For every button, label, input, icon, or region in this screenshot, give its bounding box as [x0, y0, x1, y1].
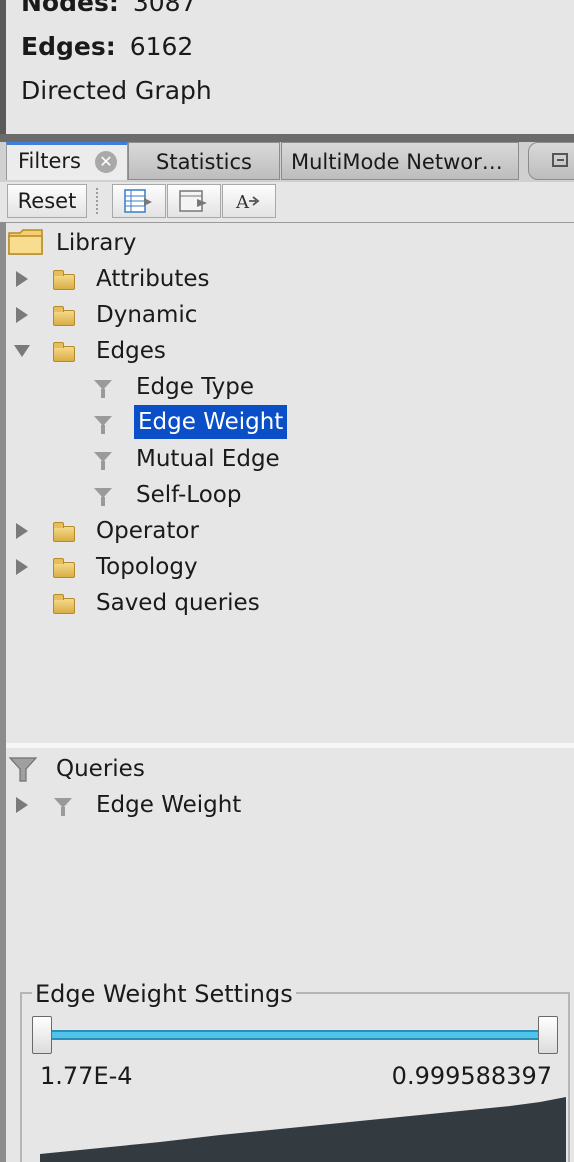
graph-type: Directed Graph — [21, 76, 212, 105]
nodes-label: Nodes: — [21, 0, 119, 17]
tree-item-label: Edge Type — [136, 374, 255, 400]
queries-label: Queries — [56, 756, 145, 782]
close-icon[interactable]: ✕ — [95, 151, 117, 173]
expand-arrow-icon[interactable] — [16, 523, 28, 539]
toolbar-grip — [96, 188, 102, 214]
range-max-value: 0.999588397 — [391, 1062, 552, 1090]
tab-filters[interactable]: Filters ✕ — [6, 142, 128, 180]
collapse-arrow-icon[interactable] — [14, 345, 30, 357]
table-export-icon — [124, 189, 152, 213]
filter-funnel-icon — [8, 757, 38, 782]
minimize-icon — [552, 153, 568, 167]
minimize-window-button[interactable] — [528, 142, 574, 180]
folder-icon — [53, 522, 75, 542]
expand-arrow-icon[interactable] — [16, 307, 28, 323]
edges-value: 6162 — [129, 32, 194, 61]
tree-item-self-loop[interactable]: Self-Loop — [6, 477, 566, 513]
filter-funnel-icon — [94, 416, 112, 434]
export-query-button[interactable] — [112, 184, 166, 218]
tree-item-label: Dynamic — [96, 302, 198, 328]
tree-item-label: Mutual Edge — [136, 446, 280, 472]
reset-button[interactable]: Reset — [7, 184, 87, 218]
tree-item-dynamic[interactable]: Dynamic — [6, 297, 566, 333]
tab-statistics[interactable]: Statistics — [128, 142, 280, 180]
query-item-label: Edge Weight — [96, 792, 242, 818]
filter-funnel-icon — [94, 488, 112, 506]
nodes-value: 3087 — [132, 0, 197, 17]
folder-icon — [53, 594, 75, 614]
tree-item-mutual-edge[interactable]: Mutual Edge — [6, 441, 566, 477]
svg-text:A: A — [235, 192, 250, 213]
filter-funnel-icon — [94, 452, 112, 470]
tab-multimode-network[interactable]: MultiMode Networ… — [281, 142, 519, 180]
tab-bar: Filters ✕ Statistics MultiMode Networ… — [0, 142, 574, 183]
tree-item-operator[interactable]: Operator — [6, 513, 566, 549]
panel-separator[interactable] — [0, 134, 574, 142]
range-slider-min-thumb[interactable] — [32, 1016, 52, 1054]
tree-item-label: Self-Loop — [136, 482, 242, 508]
nodes-stat: Nodes: 3087 — [21, 0, 196, 17]
tree-item-label: Saved queries — [96, 590, 260, 616]
auto-refresh-button[interactable]: A — [222, 184, 276, 218]
edges-stat: Edges: 6162 — [21, 32, 193, 61]
tree-item-label: Operator — [96, 518, 199, 544]
tree-item-label: Topology — [96, 554, 198, 580]
export-icon — [179, 190, 207, 212]
split-divider[interactable] — [6, 743, 574, 748]
expand-arrow-icon[interactable] — [16, 797, 28, 813]
expand-arrow-icon[interactable] — [16, 559, 28, 575]
tree-item-saved-queries[interactable]: Saved queries — [6, 585, 566, 621]
range-slider-max-thumb[interactable] — [538, 1016, 558, 1054]
tab-multimode-label: MultiMode Networ… — [291, 150, 503, 174]
folder-icon — [53, 558, 75, 578]
settings-title: Edge Weight Settings — [32, 980, 296, 1008]
tree-item-label: Attributes — [96, 266, 210, 292]
tree-item-edge-type[interactable]: Edge Type — [6, 369, 566, 405]
tab-statistics-label: Statistics — [156, 150, 252, 174]
filter-funnel-icon — [54, 798, 72, 816]
text-arrow-icon: A — [235, 192, 260, 213]
filter-funnel-icon — [94, 380, 112, 398]
range-min-value: 1.77E-4 — [40, 1062, 133, 1090]
tree-item-label: Edges — [96, 338, 166, 364]
edges-label: Edges: — [21, 32, 116, 61]
expand-arrow-icon[interactable] — [16, 271, 28, 287]
library-label: Library — [56, 230, 137, 256]
export-workspace-button[interactable] — [167, 184, 221, 218]
graph-stats-panel: Nodes: 3087 Edges: 6162 Directed Graph — [0, 0, 574, 134]
tree-item-attributes[interactable]: Attributes — [6, 261, 566, 297]
folder-icon — [53, 342, 75, 362]
tab-filters-label: Filters — [18, 149, 81, 173]
tree-item-label-selected: Edge Weight — [134, 405, 288, 439]
filters-toolbar: Reset A — [0, 182, 574, 223]
folder-icon — [53, 306, 75, 326]
query-item-edge-weight[interactable]: Edge Weight — [6, 787, 566, 823]
weight-distribution-histogram — [40, 1097, 566, 1162]
tree-item-topology[interactable]: Topology — [6, 549, 566, 585]
queries-root[interactable]: Queries — [6, 751, 566, 787]
folder-icon — [53, 270, 75, 290]
folder-icon — [8, 229, 43, 255]
library-root[interactable]: Library — [6, 225, 566, 261]
range-slider-track[interactable] — [52, 1030, 538, 1040]
tree-item-edges[interactable]: Edges — [6, 333, 566, 369]
tree-item-edge-weight[interactable]: Edge Weight — [6, 405, 566, 441]
